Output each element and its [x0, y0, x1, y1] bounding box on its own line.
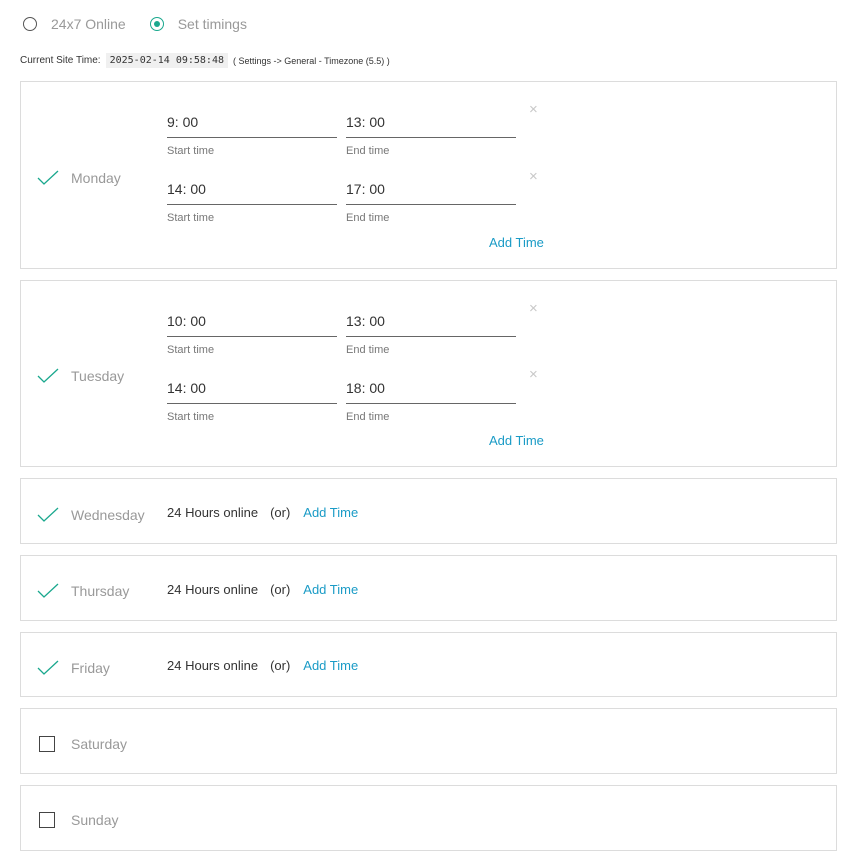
day-card-monday: Monday 9: 00 Start time 13: 00 End time …	[20, 81, 837, 269]
checkmark-icon[interactable]	[37, 368, 59, 384]
end-time-value[interactable]: 13: 00	[346, 306, 516, 337]
start-time-label: Start time	[167, 344, 215, 356]
hours-online-row: 24 Hours online (or) Add Time	[167, 579, 358, 599]
day-card-sunday: Sunday	[20, 785, 837, 851]
end-time-field[interactable]: 18: 00 End time	[346, 373, 516, 423]
day-name: Friday	[71, 660, 110, 676]
end-time-label: End time	[346, 212, 390, 224]
day-name: Thursday	[71, 583, 130, 599]
mode-selector: 24x7 Online Set timings	[23, 14, 247, 34]
remove-slot-icon[interactable]: ×	[529, 367, 538, 382]
day-card-thursday: Thursday 24 Hours online (or) Add Time	[20, 555, 837, 621]
day-toggle-sunday[interactable]: Sunday	[37, 808, 118, 832]
end-time-label: End time	[346, 411, 390, 423]
end-time-label: End time	[346, 145, 390, 157]
hours-online-text: 24 Hours online	[167, 504, 259, 520]
start-time-field[interactable]: 14: 00 Start time	[167, 174, 337, 224]
add-time-link[interactable]: Add Time	[489, 235, 544, 250]
day-toggle-monday[interactable]: Monday	[37, 166, 121, 190]
add-time-link[interactable]: Add Time	[303, 505, 358, 520]
start-time-value[interactable]: 10: 00	[167, 306, 337, 337]
or-text: (or)	[270, 581, 291, 597]
day-toggle-tuesday[interactable]: Tuesday	[37, 364, 124, 388]
day-toggle-wednesday[interactable]: Wednesday	[37, 503, 145, 527]
checkmark-icon[interactable]	[37, 170, 59, 186]
radio-checked-icon[interactable]	[149, 17, 164, 31]
time-slot: 9: 00 Start time 13: 00 End time	[167, 107, 527, 167]
time-slot: 14: 00 Start time 18: 00 End time	[167, 373, 527, 433]
remove-slot-icon[interactable]: ×	[529, 301, 538, 316]
hours-online-text: 24 Hours online	[167, 657, 259, 673]
remove-slot-icon[interactable]: ×	[529, 169, 538, 184]
day-card-tuesday: Tuesday 10: 00 Start time 13: 00 End tim…	[20, 280, 837, 467]
day-toggle-thursday[interactable]: Thursday	[37, 579, 129, 603]
day-name: Saturday	[71, 736, 128, 752]
day-card-friday: Friday 24 Hours online (or) Add Time	[20, 632, 837, 697]
radio-24x7-online[interactable]: 24x7 Online	[23, 16, 126, 32]
end-time-value[interactable]: 18: 00	[346, 373, 516, 404]
radio-circle-icon[interactable]	[23, 17, 37, 31]
start-time-field[interactable]: 9: 00 Start time	[167, 107, 337, 157]
add-time-link[interactable]: Add Time	[489, 433, 544, 448]
end-time-label: End time	[346, 344, 390, 356]
or-text: (or)	[270, 504, 291, 520]
checkbox-icon[interactable]	[39, 812, 55, 828]
start-time-label: Start time	[167, 145, 215, 157]
end-time-value[interactable]: 13: 00	[346, 107, 516, 138]
end-time-field[interactable]: 13: 00 End time	[346, 107, 516, 157]
site-time-label: Current Site Time:	[20, 55, 101, 66]
timezone-note: ( Settings -> General - Timezone (5.5) )	[232, 55, 390, 66]
site-time-value: 2025-02-14 09:58:48	[105, 53, 228, 68]
checkmark-icon[interactable]	[37, 583, 59, 599]
day-toggle-friday[interactable]: Friday	[37, 656, 110, 680]
day-toggle-saturday[interactable]: Saturday	[37, 732, 127, 756]
start-time-field[interactable]: 10: 00 Start time	[167, 306, 337, 356]
end-time-value[interactable]: 17: 00	[346, 174, 516, 205]
start-time-field[interactable]: 14: 00 Start time	[167, 373, 337, 423]
add-time-link[interactable]: Add Time	[303, 658, 358, 673]
checkmark-icon[interactable]	[37, 660, 59, 676]
remove-slot-icon[interactable]: ×	[529, 102, 538, 117]
day-name: Wednesday	[71, 507, 145, 523]
current-site-time: Current Site Time: 2025-02-14 09:58:48 (…	[20, 53, 390, 68]
day-name: Monday	[71, 170, 121, 186]
day-name: Tuesday	[71, 368, 125, 384]
time-slot: 10: 00 Start time 13: 00 End time	[167, 306, 527, 366]
or-text: (or)	[270, 657, 291, 673]
day-card-wednesday: Wednesday 24 Hours online (or) Add Time	[20, 478, 837, 544]
checkbox-icon[interactable]	[39, 736, 55, 752]
hours-online-row: 24 Hours online (or) Add Time	[167, 655, 358, 675]
radio-24x7-label: 24x7 Online	[51, 16, 126, 32]
start-time-value[interactable]: 9: 00	[167, 107, 337, 138]
day-card-saturday: Saturday	[20, 708, 837, 774]
end-time-field[interactable]: 17: 00 End time	[346, 174, 516, 224]
day-name: Sunday	[71, 812, 119, 828]
start-time-label: Start time	[167, 411, 215, 423]
radio-set-timings[interactable]: Set timings	[149, 16, 247, 32]
checkmark-icon[interactable]	[37, 507, 59, 523]
start-time-label: Start time	[167, 212, 215, 224]
start-time-value[interactable]: 14: 00	[167, 373, 337, 404]
radio-set-timings-label: Set timings	[177, 16, 247, 32]
start-time-value[interactable]: 14: 00	[167, 174, 337, 205]
end-time-field[interactable]: 13: 00 End time	[346, 306, 516, 356]
add-time-link[interactable]: Add Time	[303, 582, 358, 597]
time-slot: 14: 00 Start time 17: 00 End time	[167, 174, 527, 234]
hours-online-row: 24 Hours online (or) Add Time	[167, 502, 358, 522]
hours-online-text: 24 Hours online	[167, 581, 259, 597]
